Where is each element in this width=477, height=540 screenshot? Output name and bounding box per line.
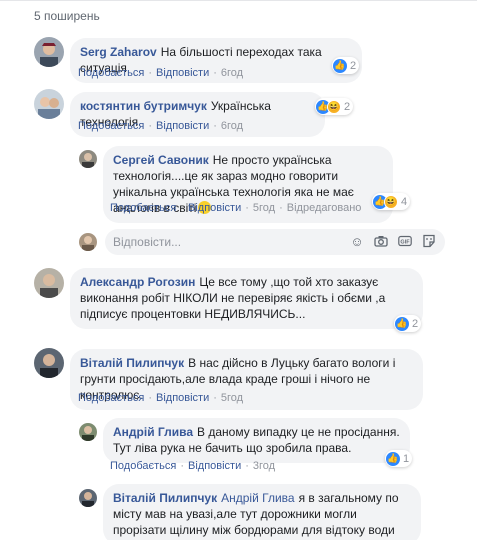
like-button[interactable]: Подобається	[78, 67, 144, 79]
comment-author[interactable]: Serg Zaharov	[80, 45, 157, 59]
avatar[interactable]	[79, 150, 97, 168]
current-user-avatar	[79, 233, 97, 251]
reply-placeholder: Відповісти...	[113, 235, 182, 249]
edited-label[interactable]: Відредаговано	[287, 202, 362, 214]
comment-actions: Подобається · Відповісти · 6год	[78, 67, 244, 79]
timestamp[interactable]: 6год	[221, 120, 243, 132]
comment-author[interactable]: Сергей Савоник	[113, 153, 209, 167]
like-button[interactable]: Подобається	[78, 120, 144, 132]
haha-icon: 😆	[384, 194, 398, 209]
sticker-icon[interactable]	[421, 233, 437, 249]
like-icon: 👍	[395, 316, 409, 331]
like-button[interactable]: Подобається	[110, 460, 176, 472]
avatar[interactable]	[34, 37, 64, 67]
comment-actions: Подобається · Відповісти · 5год · Відредагован…	[110, 202, 362, 214]
svg-text:GIF: GIF	[400, 240, 410, 246]
reply-button[interactable]: Відповісти	[156, 392, 209, 404]
reaction-count[interactable]: 👍 1	[385, 450, 413, 467]
reply-bubble: Андрій Глива В даному випадку це не просі…	[103, 418, 410, 463]
avatar[interactable]	[34, 268, 64, 298]
top-divider	[0, 0, 477, 1]
camera-icon[interactable]	[373, 233, 389, 249]
reply-button[interactable]: Відповісти	[188, 202, 241, 214]
reply-button[interactable]: Відповісти	[188, 460, 241, 472]
reply-button[interactable]: Відповісти	[156, 120, 209, 132]
reaction-count[interactable]: 👍 😆 4	[372, 193, 411, 210]
haha-icon: 😆	[327, 99, 341, 114]
comment-actions: Подобається · Відповісти · 6год	[78, 120, 244, 132]
timestamp[interactable]: 5год	[253, 202, 275, 214]
shares-count[interactable]: 5 поширень	[34, 9, 100, 23]
gif-icon[interactable]: GIF	[397, 233, 413, 249]
comment-author[interactable]: Андрій Глива	[113, 425, 193, 439]
comment-actions: Подобається · Відповісти · 5год	[78, 392, 244, 404]
timestamp[interactable]: 5год	[221, 392, 243, 404]
comment-author[interactable]: костянтин бутримчук	[80, 99, 207, 113]
timestamp[interactable]: 3год	[253, 460, 275, 472]
timestamp[interactable]: 6год	[221, 67, 243, 79]
avatar[interactable]	[79, 423, 97, 441]
comment-bubble: Александр Рогозин Це все тому ,що той хто…	[70, 268, 423, 329]
reply-input[interactable]: Відповісти... ☺ GIF	[105, 229, 445, 255]
reply-button[interactable]: Відповісти	[156, 67, 209, 79]
avatar[interactable]	[79, 489, 97, 507]
reply-bubble: Віталій Пилипчук Андрій Глива я в загально…	[103, 484, 421, 540]
reaction-count[interactable]: 👍 😆 2	[315, 98, 354, 115]
emoji-icon[interactable]: ☺	[349, 233, 365, 249]
like-button[interactable]: Подобається	[110, 202, 176, 214]
avatar[interactable]	[34, 89, 64, 119]
reaction-count[interactable]: 👍 2	[332, 57, 360, 74]
reaction-count[interactable]: 👍 2	[394, 315, 422, 332]
comment-author[interactable]: Віталій Пилипчук	[113, 491, 217, 505]
like-icon: 👍	[333, 58, 347, 73]
mentioned-user[interactable]: Андрій Глива	[221, 491, 294, 505]
avatar[interactable]	[34, 348, 64, 378]
like-button[interactable]: Подобається	[78, 392, 144, 404]
comment-author[interactable]: Александр Рогозин	[80, 275, 195, 289]
comment-actions: Подобається · Відповісти · 3год	[110, 460, 276, 472]
like-icon: 👍	[386, 451, 400, 466]
comment-author[interactable]: Віталій Пилипчук	[80, 356, 184, 370]
